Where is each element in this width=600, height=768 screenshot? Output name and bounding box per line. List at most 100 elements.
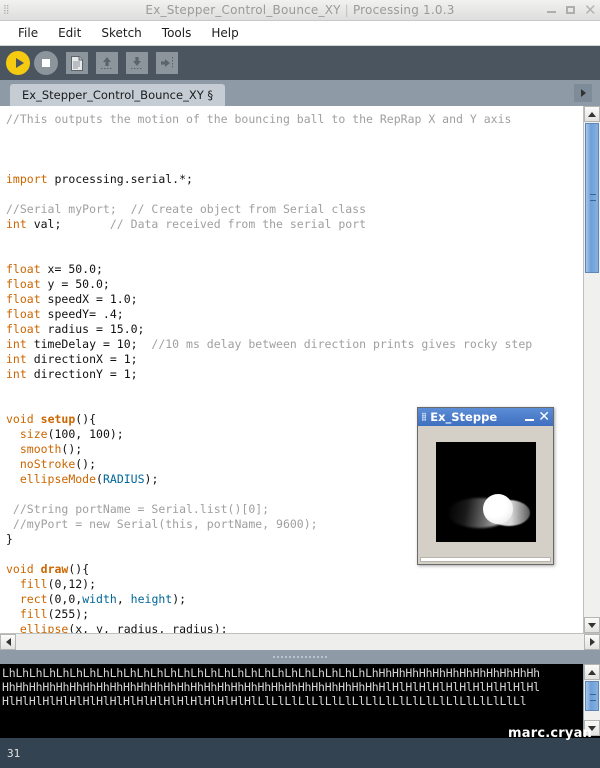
scroll-right-button[interactable] [584, 634, 600, 650]
open-button[interactable] [96, 52, 118, 74]
code-token: noStroke [19, 457, 76, 471]
code-line: int timeDelay = 10; //10 ms delay betwee… [6, 337, 583, 352]
close-icon[interactable]: ✕ [584, 3, 597, 18]
editor-vertical-scrollbar[interactable] [583, 106, 600, 633]
code-token: void [6, 562, 34, 576]
menu-item-sketch[interactable]: Sketch [91, 24, 151, 42]
code-token: speedY= .4; [40, 307, 124, 321]
sketch-display-window[interactable]: ⣿ Ex_Steppe ✕ [417, 407, 554, 565]
code-token: (0,0, [47, 592, 83, 606]
code-token: directionY = 1; [26, 367, 138, 381]
sketch-grip-icon: ⣿ [421, 412, 428, 421]
sketch-close-icon[interactable]: ✕ [538, 410, 550, 424]
window-title-separator: | [344, 3, 349, 17]
chevron-left-icon [5, 638, 11, 646]
stop-button[interactable] [34, 51, 58, 75]
sketch-canvas[interactable] [435, 442, 536, 542]
code-token: //This outputs the motion of the bouncin… [6, 112, 512, 126]
code-line: rect(0,0,width, height); [6, 592, 583, 607]
tab-label: Ex_Stepper_Control_Bounce_XY § [22, 88, 214, 102]
chevron-right-icon [589, 638, 595, 646]
editor-console-splitter[interactable] [0, 650, 600, 664]
scroll-left-button[interactable] [0, 634, 16, 650]
code-line: float radius = 15.0; [6, 322, 583, 337]
menu-item-file[interactable]: File [8, 24, 48, 42]
code-token: ); [172, 592, 187, 606]
sketch-window-controls: ✕ [525, 410, 550, 424]
code-token: ( [96, 472, 103, 486]
vertical-scroll-thumb[interactable] [585, 123, 599, 273]
save-button[interactable] [126, 52, 148, 74]
code-token: float [6, 277, 41, 291]
code-token: // Data received from the serial port [109, 217, 367, 231]
new-button[interactable] [66, 52, 88, 74]
horizontal-scroll-track[interactable] [16, 634, 584, 650]
console-scroll-up-button[interactable] [584, 664, 600, 680]
code-token: (){ [68, 562, 90, 576]
export-button[interactable] [156, 52, 178, 74]
scroll-down-button[interactable] [584, 617, 600, 633]
code-token: , [116, 592, 131, 606]
export-arrow-right-icon [161, 57, 173, 69]
code-token: ); [144, 472, 159, 486]
code-token: (){ [75, 412, 97, 426]
code-line: float x= 50.0; [6, 262, 583, 277]
toolbar [0, 46, 600, 80]
code-token: width [82, 592, 117, 606]
splitter-grip-icon [272, 654, 328, 660]
chevron-down-icon [588, 622, 596, 628]
console-line: HhHhHhHhHhHhHhHhHhHhHhHhHhHhHhHhHhHhHhHh… [2, 680, 540, 694]
code-token: ellipse [19, 622, 69, 633]
scroll-up-button[interactable] [584, 106, 600, 122]
code-token: //Serial myPort; // Create object from S… [6, 202, 367, 216]
sketch-minimize-icon[interactable] [525, 418, 535, 421]
code-token: height [130, 592, 173, 606]
menu-item-help[interactable]: Help [201, 24, 248, 42]
line-number-indicator: 31 [7, 746, 21, 760]
code-line: float speedX = 1.0; [6, 292, 583, 307]
menu-item-edit[interactable]: Edit [48, 24, 91, 42]
code-token: x= 50.0; [40, 262, 103, 276]
code-line: //Serial myPort; // Create object from S… [6, 202, 583, 217]
code-token: rect [19, 592, 48, 606]
new-file-icon [71, 55, 83, 71]
minimize-icon[interactable] [546, 4, 558, 16]
editor-horizontal-scrollbar[interactable] [0, 633, 600, 650]
sketch-window-body [418, 426, 553, 564]
code-line: float y = 50.0; [6, 277, 583, 292]
code-token: //myPort = new Serial(this, portName, 96… [6, 517, 318, 531]
run-button[interactable] [6, 51, 30, 75]
console-line: HlHlHlHlHlHlHlHlHlHlHlHlHlHlHlHlHlHlHlLl… [2, 694, 527, 708]
code-token: speedX = 1.0; [40, 292, 138, 306]
code-token: val; [26, 217, 110, 231]
menubar: File Edit Sketch Tools Help [0, 21, 600, 46]
code-token: import [6, 172, 48, 186]
maximize-icon[interactable] [565, 4, 577, 16]
menu-item-tools[interactable]: Tools [152, 24, 202, 42]
chevron-up-icon [588, 111, 596, 117]
code-token: processing.serial.*; [47, 172, 193, 186]
tab-overflow-button[interactable] [574, 84, 592, 102]
code-token: timeDelay = 10; [26, 337, 152, 351]
code-token: (0,12); [47, 577, 97, 591]
code-token: //10 ms delay between direction prints g… [151, 337, 533, 351]
code-token: float [6, 262, 41, 276]
tab-ex-stepper-control-bounce-xy[interactable]: Ex_Stepper_Control_Bounce_XY § [10, 84, 226, 106]
console-output[interactable]: LhLhLhLhLhLhLhLhLhLhLhLhLhLhLhLhLhLhLhLh… [0, 664, 583, 736]
console-scroll-thumb[interactable] [585, 681, 599, 711]
code-token: int [6, 367, 27, 381]
code-line: int directionX = 1; [6, 352, 583, 367]
code-token: ellipseMode [19, 472, 97, 486]
console-line: LhLhLhLhLhLhLhLhLhLhLhLhLhLhLhLhLhLhLhLh… [2, 666, 540, 680]
code-token: //String portName = Serial.list()[0]; [6, 502, 270, 516]
